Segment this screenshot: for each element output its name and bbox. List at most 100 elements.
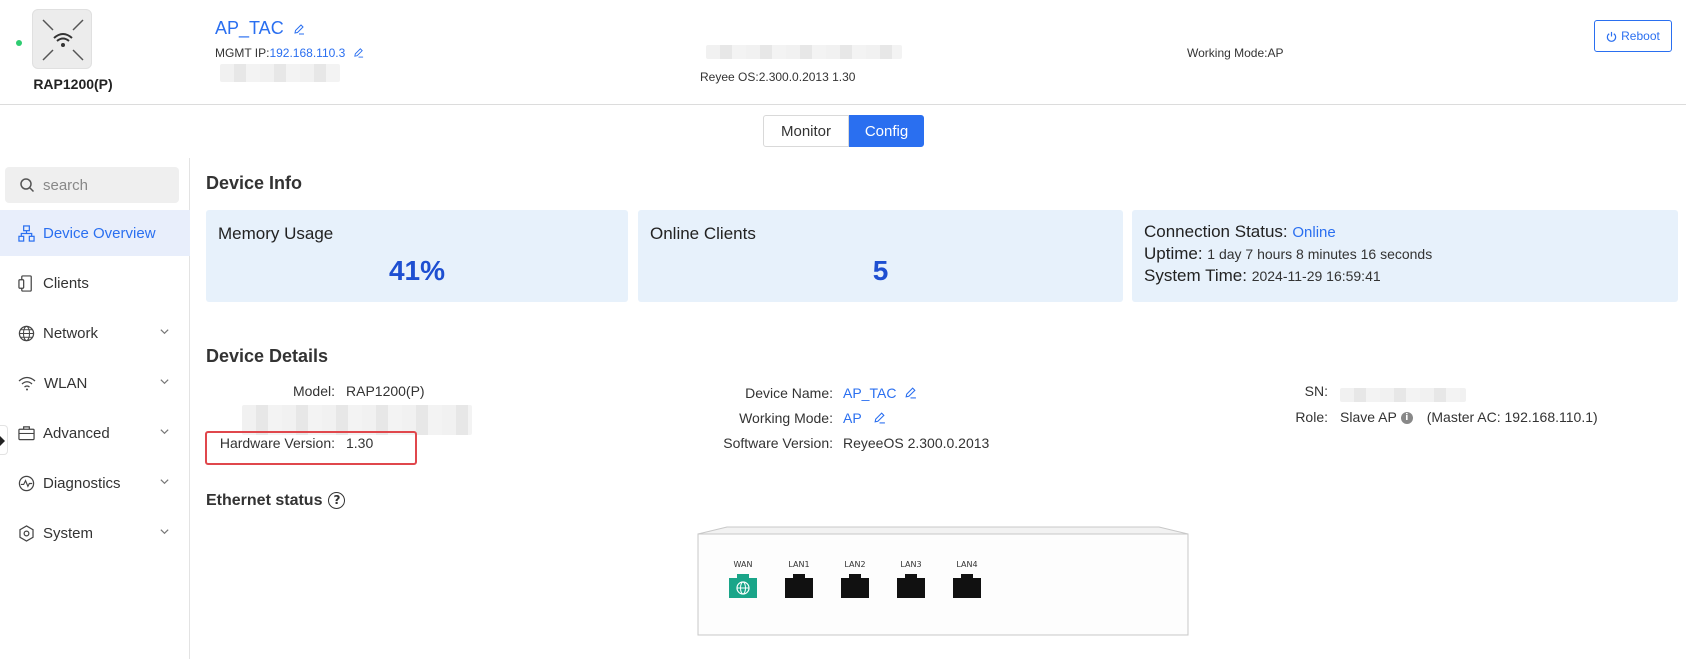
ethernet-status-label: Ethernet status — [206, 492, 323, 509]
search-icon — [20, 178, 35, 193]
sidebar-item-network[interactable]: Network — [0, 310, 190, 356]
chevron-down-icon — [160, 529, 169, 535]
system-time-row: System Time: 2024-11-29 16:59:41 — [1144, 266, 1381, 286]
device-name-label: Device Name: — [745, 385, 833, 401]
edit-icon[interactable] — [904, 386, 917, 402]
port-label: LAN1 — [788, 560, 810, 569]
system-time-value: 2024-11-29 16:59:41 — [1251, 268, 1381, 284]
sidebar-item-label: Device Overview — [43, 224, 156, 242]
clients-icon — [18, 274, 32, 292]
help-icon[interactable]: ? — [328, 492, 346, 510]
chevron-down-icon — [160, 479, 169, 485]
sidebar-item-wlan[interactable]: WLAN — [0, 360, 190, 406]
edit-icon[interactable] — [353, 47, 364, 61]
search-input[interactable] — [43, 176, 163, 194]
memory-usage-card: Memory Usage 41% — [206, 210, 628, 302]
sidebar-item-label: System — [43, 524, 94, 542]
device-panel-illustration — [697, 526, 1189, 636]
sidebar: Device Overview Clients Network WLAN Adv… — [0, 158, 190, 659]
tab-monitor[interactable]: Monitor — [763, 115, 849, 147]
uptime-row: Uptime: 1 day 7 hours 8 minutes 16 secon… — [1144, 244, 1432, 264]
sidebar-item-label: Advanced — [43, 424, 110, 442]
working-mode-link[interactable]: AP — [843, 410, 886, 427]
ethernet-port-icon — [897, 574, 925, 598]
chevron-down-icon — [160, 379, 169, 385]
mgmt-ip-link[interactable]: 192.168.110.3 — [269, 46, 345, 60]
sidebar-item-label: Clients — [43, 274, 89, 292]
sidebar-item-label: Network — [43, 324, 99, 342]
sidebar-item-diagnostics[interactable]: Diagnostics — [0, 460, 190, 506]
redacted-field — [706, 45, 902, 59]
tab-config[interactable]: Config — [849, 115, 924, 147]
redacted-field — [220, 64, 340, 82]
briefcase-icon — [18, 426, 35, 441]
port-wan[interactable]: WAN — [726, 560, 760, 598]
model-value: RAP1200(P) — [346, 383, 425, 399]
system-time-label: System Time: — [1144, 266, 1252, 285]
edit-icon[interactable] — [873, 411, 886, 427]
sidebar-item-clients[interactable]: Clients — [0, 260, 190, 306]
reboot-button[interactable]: Reboot — [1594, 20, 1672, 52]
os-version: Reyee OS:2.300.0.2013 1.30 — [700, 70, 856, 84]
sidebar-item-device-overview[interactable]: Device Overview — [0, 210, 190, 256]
role-value: Slave AP — [1340, 409, 1397, 425]
port-lan1[interactable]: LAN1 — [782, 560, 816, 598]
working-mode-label: Working Mode: — [739, 410, 833, 426]
connection-status-label: Connection Status: — [1144, 222, 1293, 241]
software-version-value: ReyeeOS 2.300.0.2013 — [843, 435, 990, 451]
wifi-icon — [18, 376, 36, 390]
uptime-label: Uptime: — [1144, 244, 1208, 263]
online-clients-card[interactable]: Online Clients 5 — [638, 210, 1123, 302]
globe-icon — [18, 325, 35, 341]
port-label: LAN3 — [900, 560, 922, 569]
topology-icon — [18, 224, 35, 242]
info-icon[interactable]: i — [1400, 412, 1413, 425]
port-lan2[interactable]: LAN2 — [838, 560, 872, 598]
connection-status-card: Connection Status: Online Uptime: 1 day … — [1132, 210, 1678, 302]
ethernet-status-title: Ethernet status? — [206, 492, 346, 510]
reboot-label: Reboot — [1621, 29, 1660, 43]
sidebar-item-label: WLAN — [44, 374, 88, 392]
online-clients-value[interactable]: 5 — [638, 255, 1123, 287]
hostname-link[interactable]: AP_TAC — [215, 18, 305, 40]
uptime-value: 1 day 7 hours 8 minutes 16 seconds — [1207, 246, 1433, 262]
sidebar-collapse-handle[interactable] — [0, 425, 8, 455]
port-label: LAN4 — [956, 560, 978, 569]
port-lan4[interactable]: LAN4 — [950, 560, 984, 598]
mgmt-ip-row: MGMT IP:192.168.110.3 — [215, 46, 364, 61]
software-version-label: Software Version: — [723, 435, 833, 451]
wan-globe-icon — [729, 574, 757, 598]
online-clients-label: Online Clients — [650, 224, 756, 243]
gear-icon — [19, 524, 34, 542]
hostname-text: AP_TAC — [215, 18, 284, 38]
memory-usage-label: Memory Usage — [218, 224, 334, 243]
role-row: Slave AP i (Master AC: 192.168.110.1) — [1340, 409, 1598, 425]
search-box[interactable] — [5, 167, 179, 203]
chevron-down-icon — [160, 429, 169, 435]
redacted-field — [1340, 388, 1466, 402]
port-label: LAN2 — [844, 560, 866, 569]
view-tabs: Monitor Config — [763, 115, 924, 147]
chevron-down-icon — [160, 329, 169, 335]
ap-device-icon — [32, 9, 92, 69]
online-status-dot — [16, 40, 22, 46]
port-lan3[interactable]: LAN3 — [894, 560, 928, 598]
ethernet-port-icon — [841, 574, 869, 598]
connection-status-value: Online — [1292, 224, 1336, 241]
sidebar-item-system[interactable]: System — [0, 510, 190, 556]
device-name-value: AP_TAC — [843, 385, 897, 401]
ethernet-port-icon — [953, 574, 981, 598]
sidebar-item-advanced[interactable]: Advanced — [0, 410, 190, 456]
memory-usage-value: 41% — [388, 255, 446, 286]
role-label: Role: — [1295, 409, 1328, 425]
power-icon — [1606, 31, 1617, 42]
connection-status-row: Connection Status: Online — [1144, 222, 1336, 242]
device-header: RAP1200(P) AP_TAC MGMT IP:192.168.110.3 … — [0, 0, 1686, 105]
device-name-link[interactable]: AP_TAC — [843, 385, 917, 402]
working-mode: Working Mode:AP — [1187, 46, 1284, 60]
edit-icon[interactable] — [293, 19, 305, 40]
device-info-title: Device Info — [206, 173, 303, 193]
highlight-box — [205, 431, 417, 465]
master-ac: (Master AC: 192.168.110.1) — [1426, 409, 1598, 425]
ethernet-port-icon — [785, 574, 813, 598]
